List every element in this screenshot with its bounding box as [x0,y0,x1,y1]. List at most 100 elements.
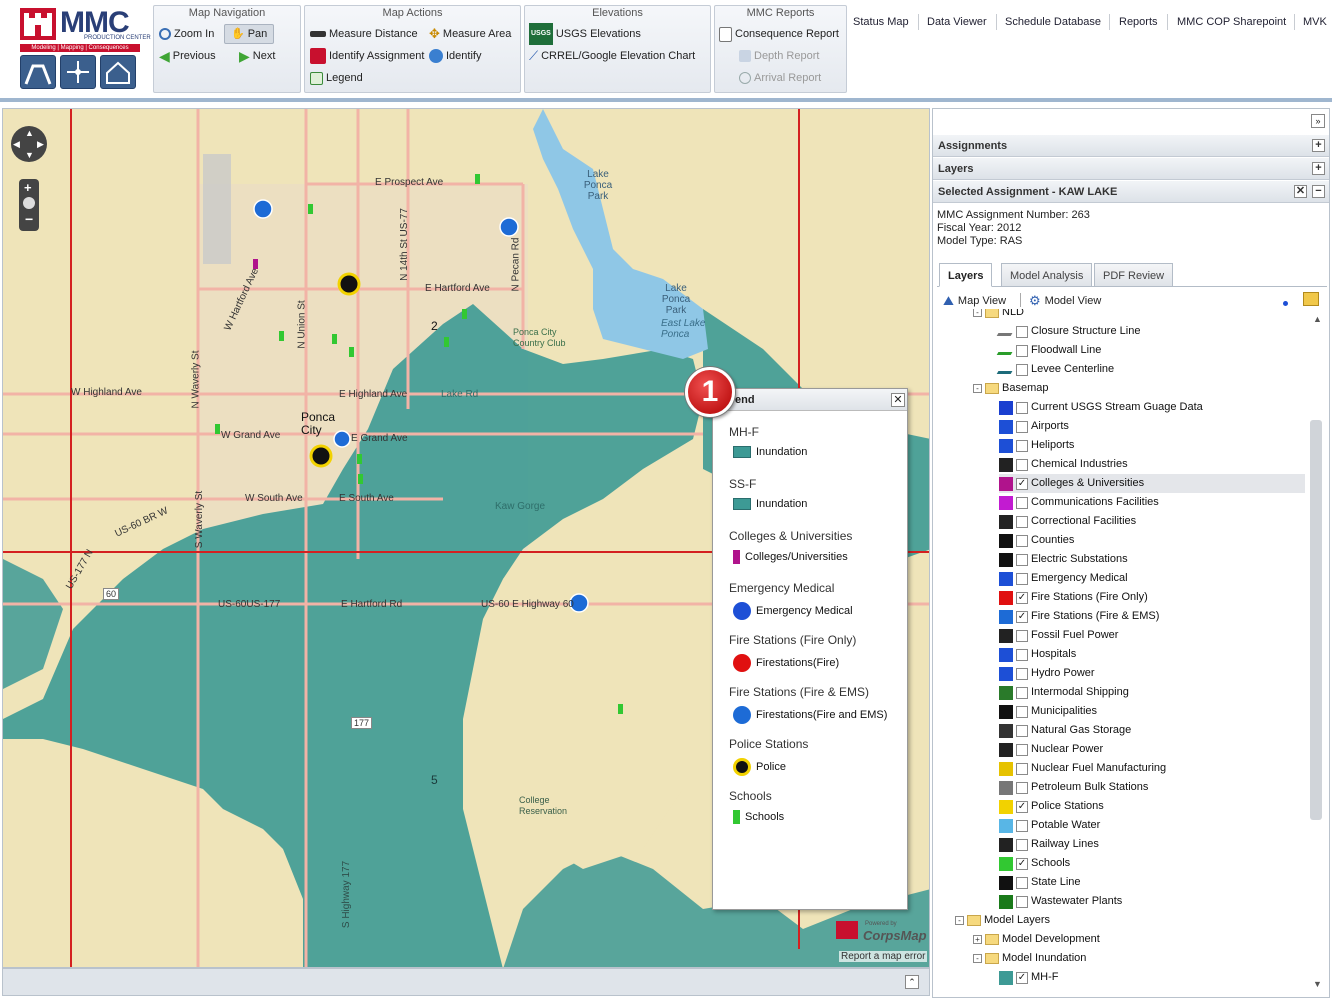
tree-row[interactable]: - Model Inundation [973,949,1086,968]
identify-button[interactable]: Identify [429,46,481,66]
layer-checkbox[interactable]: ✓ [1016,857,1028,870]
tree-row[interactable]: - Basemap [973,379,1048,398]
tree-row[interactable]: ✓ MH-F [999,968,1059,987]
layers-header[interactable]: Layers + [933,158,1329,180]
nav-mmc-cop-sharepoint[interactable]: MMC COP Sharepoint [1177,16,1286,28]
previous-button[interactable]: ◀ Previous [159,46,216,66]
selected-assignment-header[interactable]: Selected Assignment - KAW LAKE ✕ − [933,181,1329,203]
legend-button[interactable]: Legend [310,68,363,88]
tab-pdf-review[interactable]: PDF Review [1094,263,1174,287]
layer-tree-scrollbar[interactable] [1310,420,1322,820]
layer-checkbox[interactable] [1016,439,1028,452]
tree-row[interactable]: Correctional Facilities [999,512,1136,531]
layer-checkbox[interactable] [1016,325,1028,338]
scroll-up-icon[interactable]: ▲ [1313,314,1322,324]
model-view-button[interactable]: ⚙ Model View [1029,293,1101,309]
tree-row[interactable]: ✓ Schools [999,854,1070,873]
tree-row[interactable]: Petroleum Bulk Stations [999,778,1148,797]
collapse-icon[interactable]: - [973,954,982,963]
tree-row[interactable]: Hospitals [999,645,1076,664]
layer-checkbox[interactable] [1016,648,1028,661]
nav-data-viewer[interactable]: Data Viewer [927,16,987,28]
tree-row[interactable]: State Line [999,873,1081,892]
levee-app-icon[interactable] [20,55,56,89]
model-app-icon[interactable] [60,55,96,89]
identify-assignment-button[interactable]: Identify Assignment [310,46,424,66]
assignments-header[interactable]: Assignments + [933,135,1329,157]
open-folder-icon[interactable] [1303,292,1319,306]
layer-checkbox[interactable] [1016,686,1028,699]
layer-checkbox[interactable] [1016,344,1028,357]
crrel-elevation-chart-button[interactable]: ⟋ CRREL/Google Elevation Chart [529,46,695,66]
tree-row[interactable]: Floodwall Line [996,341,1101,360]
expand-icon[interactable]: + [973,935,982,944]
tree-row[interactable]: Heliports [999,436,1074,455]
layer-checkbox[interactable]: ✓ [1016,971,1028,984]
tree-row[interactable]: Fossil Fuel Power [999,626,1118,645]
pan-button[interactable]: ✋ Pan [224,24,275,44]
tree-row[interactable]: Counties [999,531,1074,550]
usgs-elevations-button[interactable]: USGS USGS Elevations [529,23,641,45]
pan-down-icon[interactable]: ▼ [25,150,34,160]
tree-row[interactable]: Current USGS Stream Guage Data [999,398,1203,417]
collapse-icon[interactable]: - [973,309,982,317]
collapse-icon[interactable]: - [973,384,982,393]
tree-row[interactable]: ✓ Police Stations [999,797,1104,816]
tree-row[interactable]: ✓ Colleges & Universities [999,474,1305,493]
layer-checkbox[interactable] [1016,667,1028,680]
layer-checkbox[interactable] [1016,819,1028,832]
tree-row[interactable]: Railway Lines [999,835,1099,854]
tree-row[interactable]: Levee Centerline [996,360,1114,379]
tree-row[interactable]: Municipalities [999,702,1097,721]
tree-row[interactable]: Potable Water [999,816,1100,835]
consequence-report-button[interactable]: Consequence Report [719,24,839,44]
nav-status-map[interactable]: Status Map [853,16,909,28]
tab-model-analysis[interactable]: Model Analysis [1001,263,1093,287]
next-button[interactable]: ▶ Next [239,46,275,66]
layer-checkbox[interactable] [1016,458,1028,471]
tree-row[interactable]: Natural Gas Storage [999,721,1131,740]
tree-row[interactable]: Airports [999,417,1069,436]
report-map-error-link[interactable]: Report a map error [839,951,928,962]
pan-control[interactable]: ▲ ▼ ◀ ▶ [11,126,47,162]
tree-row[interactable]: ✓ Fire Stations (Fire Only) [999,588,1148,607]
legend-window[interactable]: end ✕ MH-F Inundation SS-F Inundation Colleg… [712,388,908,910]
collapse-icon[interactable]: - [955,916,964,925]
layer-checkbox[interactable] [1016,496,1028,509]
expand-plus-icon[interactable]: + [1312,162,1325,175]
expand-up-icon[interactable]: ⌃ [905,975,919,989]
layer-checkbox[interactable] [1016,515,1028,528]
zoom-in-button[interactable]: Zoom In [159,24,214,44]
layer-checkbox[interactable] [1016,876,1028,889]
layer-checkbox[interactable] [1016,895,1028,908]
tree-row[interactable]: Nuclear Power [999,740,1103,759]
tree-row[interactable]: Electric Substations [999,550,1128,569]
tab-layers[interactable]: Layers [939,263,993,287]
nav-schedule-database[interactable]: Schedule Database [1005,16,1101,28]
layer-checkbox[interactable] [1016,743,1028,756]
pan-left-icon[interactable]: ◀ [13,139,20,150]
layer-checkbox[interactable]: ✓ [1016,477,1028,490]
home-flood-app-icon[interactable] [100,55,136,89]
expand-plus-icon[interactable]: + [1312,139,1325,152]
pan-right-icon[interactable]: ▶ [37,139,44,150]
tree-row[interactable]: Communications Facilities [999,493,1159,512]
tree-row[interactable]: - Model Layers [955,911,1050,930]
collapse-minus-icon[interactable]: − [1312,185,1325,198]
layer-checkbox[interactable] [1016,572,1028,585]
tree-row[interactable]: Hydro Power [999,664,1095,683]
tree-row[interactable]: + Model Development [973,930,1100,949]
layer-checkbox[interactable] [1016,420,1028,433]
layer-checkbox[interactable] [1016,781,1028,794]
zoom-minus-icon[interactable]: − [25,211,33,227]
layer-checkbox[interactable] [1016,534,1028,547]
arrival-report-button[interactable]: Arrival Report [739,68,821,88]
layer-checkbox[interactable] [1016,629,1028,642]
layer-checkbox[interactable] [1016,705,1028,718]
tree-row[interactable]: ✓ Fire Stations (Fire & EMS) [999,607,1159,626]
tree-row[interactable]: Intermodal Shipping [999,683,1129,702]
depth-report-button[interactable]: Depth Report [739,46,819,66]
layer-checkbox[interactable] [1016,838,1028,851]
map-view-button[interactable]: ⛰ Map View [943,293,1006,309]
globe-icon[interactable] [23,197,35,209]
